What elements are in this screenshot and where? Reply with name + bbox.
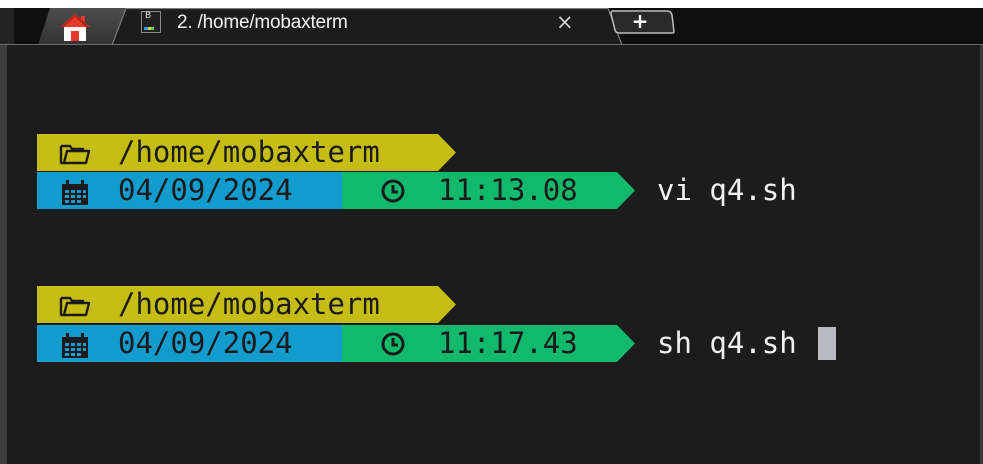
folder-icon <box>59 142 91 166</box>
prompt-time: 11:17.43 <box>438 326 578 360</box>
terminal-icon: B <box>141 11 161 33</box>
prompt-date-segment: 04/09/2024 <box>37 172 360 209</box>
home-icon[interactable] <box>57 11 93 43</box>
prompt-date-segment: 04/09/2024 <box>37 325 360 362</box>
close-tab-icon[interactable]: × <box>556 10 574 34</box>
terminal-left-edge <box>0 45 7 464</box>
prompt-date: 04/09/2024 <box>118 173 293 207</box>
tab-bar-left-edge <box>0 8 14 45</box>
terminal-area[interactable]: /home/mobaxterm 04/09/2024 11:13.08 vi q… <box>0 45 983 464</box>
terminal-icon-letter: B <box>145 11 152 21</box>
prompt-path: /home/mobaxterm <box>118 135 380 169</box>
command-text: vi q4.sh <box>657 173 797 207</box>
prompt-time-segment: 11:17.43 <box>342 325 635 362</box>
prompt-time-segment: 11:13.08 <box>342 172 635 209</box>
clock-icon <box>380 178 406 204</box>
folder-icon <box>59 294 91 318</box>
prompt-time: 11:13.08 <box>438 173 578 207</box>
calendar-icon <box>60 333 90 359</box>
window-top-margin <box>0 0 983 8</box>
terminal-cursor <box>818 327 836 360</box>
command-text: sh q4.sh <box>657 326 797 360</box>
prompt-date: 04/09/2024 <box>118 326 293 360</box>
active-tab-title: 2. /home/mobaxterm <box>177 12 348 33</box>
mobaxterm-window: B 2. /home/mobaxterm × + /home/mobaxterm <box>0 0 983 464</box>
prompt-path-segment: /home/mobaxterm <box>37 134 456 171</box>
clock-icon <box>380 331 406 357</box>
terminal-icon-bar <box>144 27 154 30</box>
calendar-icon <box>60 180 90 206</box>
tab-bar: B 2. /home/mobaxterm × + <box>0 0 983 46</box>
prompt-path: /home/mobaxterm <box>118 287 380 321</box>
prompt-path-segment: /home/mobaxterm <box>37 286 456 323</box>
plus-icon[interactable]: + <box>628 10 652 32</box>
